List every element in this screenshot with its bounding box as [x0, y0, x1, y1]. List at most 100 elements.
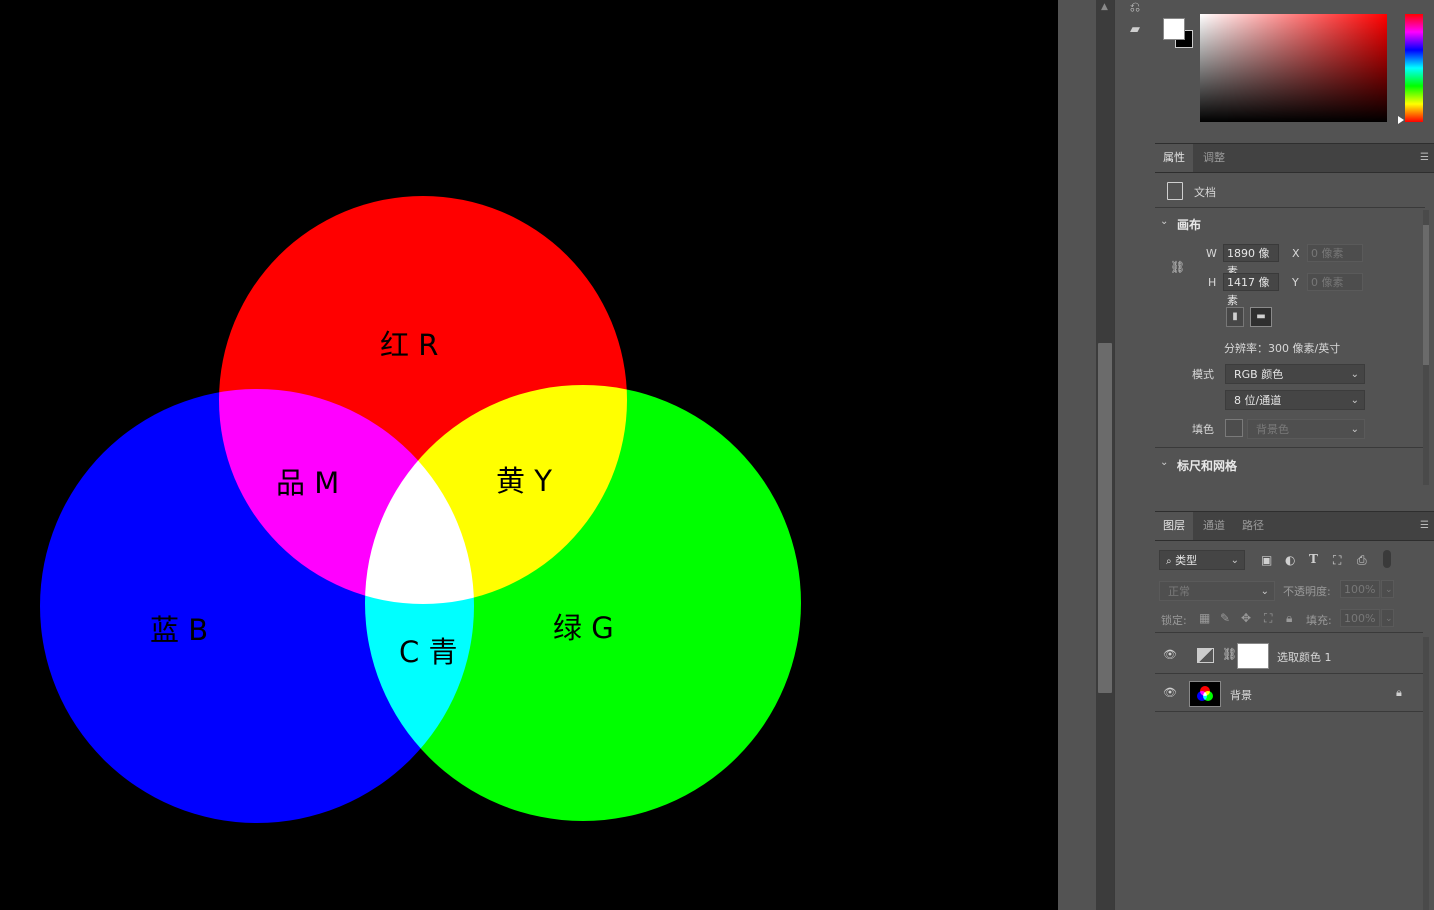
- rgb-thumbnail-icon: [1197, 686, 1213, 701]
- layer-row[interactable]: 👁︎ ⛓ 选取颜色 1: [1155, 637, 1423, 674]
- search-icon: ⌕: [1166, 556, 1172, 567]
- foreground-color-swatch[interactable]: [1163, 18, 1185, 40]
- x-field[interactable]: 0 像素: [1307, 244, 1363, 262]
- layer-mask-thumbnail[interactable]: [1237, 643, 1269, 669]
- panel-icon-strip: ⎌ ▰: [1114, 0, 1156, 910]
- eye-icon[interactable]: 👁︎: [1163, 648, 1177, 661]
- fill-label: 填色: [1192, 423, 1214, 436]
- chevron-down-icon: ⌄: [1350, 395, 1359, 406]
- label-red: 红 R: [380, 328, 439, 362]
- adjustment-filter-icon[interactable]: ◐: [1285, 553, 1295, 567]
- tab-layers[interactable]: 图层: [1155, 512, 1193, 540]
- label-blue: 蓝 B: [150, 613, 209, 647]
- chevron-down-icon[interactable]: ⌄: [1160, 216, 1168, 227]
- right-panels: 属性 调整 ☰ 文档 ⌄ 画布 ⛓ W 1890 像素 X 0 像素 H 141…: [1155, 0, 1434, 910]
- layer-thumbnail[interactable]: [1189, 681, 1221, 707]
- hue-slider[interactable]: [1405, 14, 1423, 122]
- hue-pointer-icon[interactable]: [1398, 116, 1404, 124]
- layer-name[interactable]: 选取颜色 1: [1277, 649, 1332, 665]
- tab-adjustments[interactable]: 调整: [1195, 144, 1233, 172]
- fill-select[interactable]: 背景色 ⌄: [1247, 419, 1365, 439]
- layer-filter-select[interactable]: ⌕ 类型 ⌄: [1159, 550, 1245, 570]
- tab-properties[interactable]: 属性: [1155, 144, 1193, 172]
- x-label: X: [1292, 247, 1300, 260]
- scrollbar-thumb[interactable]: [1098, 343, 1112, 693]
- fill-opacity-field[interactable]: 100%: [1340, 609, 1380, 627]
- canvas-section-title[interactable]: 画布: [1177, 216, 1201, 233]
- properties-panel-header: 属性 调整 ☰: [1155, 143, 1434, 173]
- layers-panel-header: 图层 通道 路径 ☰: [1155, 511, 1434, 541]
- chevron-down-icon: ⌄: [1350, 424, 1359, 435]
- fill-opacity-label: 填充:: [1306, 614, 1332, 627]
- shape-filter-icon[interactable]: ⛶: [1333, 553, 1341, 568]
- properties-scrollbar[interactable]: [1423, 210, 1429, 485]
- comment-icon[interactable]: ▰: [1127, 22, 1143, 38]
- w-label: W: [1206, 247, 1217, 260]
- label-magenta: 品 M: [276, 466, 340, 500]
- rgb-venn-diagram: [40, 196, 801, 823]
- green-circle: [365, 385, 801, 821]
- smart-object-filter-icon[interactable]: ⎙: [1357, 553, 1367, 568]
- canvas-pasteboard: [1058, 0, 1096, 910]
- properties-scroll-thumb[interactable]: [1423, 225, 1429, 365]
- landscape-orientation-icon[interactable]: ▬: [1250, 307, 1272, 327]
- lock-transparent-icon[interactable]: ▦: [1199, 611, 1210, 625]
- opacity-label: 不透明度:: [1283, 585, 1331, 598]
- mask-link-icon[interactable]: ⛓: [1222, 647, 1237, 661]
- fill-value: 背景色: [1256, 423, 1289, 436]
- doc-label: 文档: [1194, 186, 1216, 199]
- document-canvas[interactable]: 红 R 品 M 黄 Y 蓝 B C 青 绿 G: [0, 0, 1058, 910]
- width-field[interactable]: 1890 像素: [1223, 244, 1279, 278]
- tab-paths[interactable]: 路径: [1234, 512, 1272, 540]
- label-cyan: C 青: [399, 635, 458, 669]
- lock-icon: 🔒︎: [1396, 686, 1402, 699]
- lock-label: 锁定:: [1161, 614, 1187, 627]
- height-field[interactable]: 1417 像素: [1223, 273, 1279, 307]
- color-mode-select[interactable]: RGB 颜色 ⌄: [1225, 364, 1365, 384]
- blend-mode-select[interactable]: 正常 ⌄: [1159, 581, 1275, 601]
- resolution-text: 分辨率：300 像素/英寸: [1224, 342, 1341, 355]
- chevron-down-icon: ⌄: [1230, 555, 1239, 566]
- portrait-orientation-icon[interactable]: ▮: [1226, 307, 1244, 327]
- y-field[interactable]: 0 像素: [1307, 273, 1363, 291]
- h-label: H: [1208, 276, 1217, 289]
- y-label: Y: [1292, 276, 1299, 289]
- tab-channels[interactable]: 通道: [1195, 512, 1233, 540]
- chevron-down-icon: ⌄: [1350, 369, 1359, 380]
- layers-scrollbar[interactable]: [1423, 637, 1429, 910]
- bit-depth-select[interactable]: 8 位/通道 ⌄: [1225, 390, 1365, 410]
- label-green: 绿 G: [553, 611, 614, 645]
- fill-opacity-dropdown[interactable]: ⌄: [1381, 609, 1394, 627]
- chevron-down-icon: ⌄: [1260, 586, 1269, 597]
- link-icon[interactable]: ⛓: [1170, 260, 1185, 274]
- blend-mode-value: 正常: [1168, 585, 1190, 598]
- fill-color-swatch[interactable]: [1225, 419, 1243, 437]
- chevron-down-icon[interactable]: ⌄: [1160, 457, 1168, 468]
- image-filter-icon[interactable]: ▣: [1261, 553, 1272, 567]
- vertical-scrollbar[interactable]: ▲: [1096, 0, 1114, 910]
- eye-icon[interactable]: 👁︎: [1163, 686, 1177, 699]
- label-yellow: 黄 Y: [496, 464, 552, 498]
- layer-row[interactable]: 👁︎ 背景 🔒︎: [1155, 675, 1423, 712]
- rulers-section-title[interactable]: 标尺和网格: [1177, 457, 1237, 474]
- type-filter-icon[interactable]: T: [1309, 552, 1318, 566]
- scroll-up-icon[interactable]: ▲: [1101, 2, 1108, 12]
- panel-menu-icon[interactable]: ☰: [1420, 152, 1430, 163]
- lock-artboard-icon[interactable]: ⛶: [1264, 611, 1272, 626]
- opacity-field[interactable]: 100%: [1340, 580, 1380, 598]
- filter-toggle-icon[interactable]: [1383, 550, 1391, 568]
- layer-name[interactable]: 背景: [1230, 687, 1252, 703]
- color-mode-value: RGB 颜色: [1234, 368, 1284, 381]
- history-icon[interactable]: ⎌: [1127, 0, 1143, 16]
- lock-image-icon[interactable]: ✎: [1220, 611, 1230, 625]
- opacity-dropdown[interactable]: ⌄: [1381, 580, 1394, 598]
- adjustment-layer-icon: [1197, 648, 1214, 663]
- lock-all-icon[interactable]: 🔒︎: [1286, 611, 1292, 626]
- mode-label: 模式: [1192, 368, 1214, 381]
- bit-depth-value: 8 位/通道: [1234, 394, 1282, 407]
- panel-menu-icon[interactable]: ☰: [1420, 520, 1430, 531]
- saturation-brightness-field[interactable]: [1200, 14, 1387, 122]
- document-icon: [1167, 182, 1183, 200]
- filter-kind-value: 类型: [1175, 554, 1198, 567]
- lock-position-icon[interactable]: ✥: [1241, 611, 1251, 625]
